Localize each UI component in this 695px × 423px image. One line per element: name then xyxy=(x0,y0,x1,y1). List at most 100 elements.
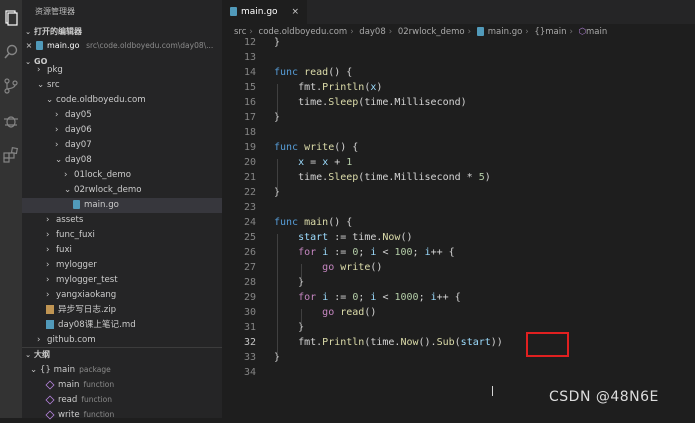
tree-item-label: day06 xyxy=(65,125,92,135)
tree-item-label: src xyxy=(47,80,60,90)
tree-item[interactable]: 异步写日志.zip xyxy=(22,303,222,318)
code-text: } xyxy=(274,322,305,333)
code-editor[interactable]: 12} 13 14 func read() {15 fmt.Println(x) 16 … xyxy=(222,37,695,418)
outline-item[interactable]: main function xyxy=(22,377,222,392)
tree-item[interactable]: ⌄ day08 xyxy=(22,153,222,168)
tree-item-label: day08课上笔记.md xyxy=(58,320,136,330)
code-line[interactable]: 22} xyxy=(222,185,695,200)
tab-main-go[interactable]: main.go × xyxy=(222,0,307,24)
tree-item[interactable]: main.go xyxy=(22,198,222,213)
tree-item-label: day05 xyxy=(65,110,92,120)
code-line[interactable]: 28 } xyxy=(222,275,695,290)
code-line[interactable]: 15 fmt.Println(x) xyxy=(222,80,695,95)
search-icon[interactable] xyxy=(3,44,19,60)
code-text: func write() { xyxy=(274,142,359,153)
code-line[interactable]: 27 go write() xyxy=(222,260,695,275)
chevron-right-icon: › xyxy=(64,170,68,180)
code-line[interactable]: 21 time.Sleep(time.Millisecond * 5) xyxy=(222,170,695,185)
indent-guide xyxy=(277,84,278,114)
code-line[interactable]: 31 } xyxy=(222,320,695,335)
chevron-right-icon: › xyxy=(55,140,59,150)
tree-item[interactable]: › day05 xyxy=(22,108,222,123)
tree-item[interactable]: ⌄ code.oldboyedu.com xyxy=(22,93,222,108)
outline-item[interactable]: write function xyxy=(22,407,222,422)
code-line[interactable]: 20 x = x + 1 xyxy=(222,155,695,170)
tree-item[interactable]: › yangxiaokang xyxy=(22,288,222,303)
tree-item[interactable]: › day06 xyxy=(22,123,222,138)
extensions-icon[interactable] xyxy=(3,146,19,163)
code-line[interactable]: 33} xyxy=(222,350,695,365)
explorer-icon[interactable] xyxy=(3,10,19,26)
tree-item[interactable]: › fuxi xyxy=(22,243,222,258)
line-number: 17 xyxy=(243,112,256,123)
line-number: 32 xyxy=(243,337,256,348)
code-line[interactable]: 12} xyxy=(222,35,695,50)
chevron-right-icon: › xyxy=(46,275,50,285)
code-text: time.Sleep(time.Millisecond * 5) xyxy=(274,172,491,183)
code-line[interactable]: 26 for i := 0; i < 100; i++ { xyxy=(222,245,695,260)
line-number: 19 xyxy=(243,142,256,153)
code-line[interactable]: 29 for i := 0; i < 1000; i++ { xyxy=(222,290,695,305)
tree-item[interactable]: › 01lock_demo xyxy=(22,168,222,183)
outline-header[interactable]: ⌄ 大纲 xyxy=(22,347,222,362)
code-text: func read() { xyxy=(274,67,353,78)
tree-item[interactable]: day08课上笔记.md xyxy=(22,318,222,333)
open-editors-header[interactable]: ⌄ 打开的编辑器 xyxy=(22,25,222,39)
sidebar-title: 资源管理器 xyxy=(35,7,75,16)
tree-item[interactable]: › mylogger xyxy=(22,258,222,273)
close-icon[interactable]: × xyxy=(291,0,299,24)
code-line[interactable]: 19 func write() { xyxy=(222,140,695,155)
chevron-down-icon: ⌄ xyxy=(55,155,63,165)
code-line[interactable]: 32 fmt.Println(time.Now().Sub(start)) xyxy=(222,335,695,350)
outline-item[interactable]: ⌄ {} main package xyxy=(22,362,222,377)
code-line[interactable]: 25 start := time.Now() xyxy=(222,230,695,245)
go-file-icon xyxy=(73,200,80,209)
tree-item[interactable]: › github.com xyxy=(22,333,222,348)
code-line[interactable]: 14 func read() { xyxy=(222,65,695,80)
code-line[interactable]: 18 xyxy=(222,125,695,140)
go-file-icon xyxy=(230,7,237,16)
go-file-icon xyxy=(36,41,43,50)
chevron-right-icon: › xyxy=(37,335,41,345)
line-number: 18 xyxy=(243,127,256,138)
outline-item[interactable]: read function xyxy=(22,392,222,407)
tree-item-label: 02rwlock_demo xyxy=(74,185,142,195)
source-control-icon[interactable] xyxy=(3,78,19,94)
close-icon[interactable]: × xyxy=(22,39,36,53)
code-line[interactable]: 24 func main() { xyxy=(222,215,695,230)
line-number: 23 xyxy=(243,202,256,213)
code-line[interactable]: 34 xyxy=(222,365,695,380)
tree-item[interactable]: › day07 xyxy=(22,138,222,153)
debug-icon[interactable] xyxy=(3,113,19,129)
line-number: 34 xyxy=(243,367,256,378)
chevron-down-icon: ⌄ xyxy=(25,351,31,359)
code-text: fmt.Println(x) xyxy=(274,82,383,93)
code-line[interactable]: 13 xyxy=(222,50,695,65)
line-number: 33 xyxy=(243,352,256,363)
code-text: go write() xyxy=(322,262,383,273)
line-number: 31 xyxy=(243,322,256,333)
zip-file-icon xyxy=(46,305,54,314)
indent-guide xyxy=(277,234,278,354)
tree-item[interactable]: › assets xyxy=(22,213,222,228)
code-line[interactable]: 23 xyxy=(222,200,695,215)
chevron-right-icon: › xyxy=(55,125,59,135)
code-line[interactable]: 17} xyxy=(222,110,695,125)
outline-item-kind: function xyxy=(83,380,115,389)
explorer-sidebar: 资源管理器 ⌄ 打开的编辑器 × main.go src\code.oldboyed… xyxy=(22,0,222,420)
open-editor-item[interactable]: × main.go src\code.oldboyedu.com\day08\..… xyxy=(22,39,222,53)
code-line[interactable]: 16 time.Sleep(time.Millisecond) xyxy=(222,95,695,110)
tree-item-label: 01lock_demo xyxy=(74,170,131,180)
chevron-down-icon: ⌄ xyxy=(37,80,45,90)
tree-item[interactable]: › func_fuxi xyxy=(22,228,222,243)
outline-item-label: main xyxy=(53,365,76,375)
tree-item[interactable]: › pkg xyxy=(22,63,222,78)
code-text: time.Sleep(time.Millisecond) xyxy=(274,97,467,108)
tree-item[interactable]: ⌄ src xyxy=(22,78,222,93)
line-number: 22 xyxy=(243,187,256,198)
tree-item[interactable]: ⌄ 02rwlock_demo xyxy=(22,183,222,198)
tree-item-label: 异步写日志.zip xyxy=(58,305,117,315)
code-line[interactable]: 30 go read() xyxy=(222,305,695,320)
chevron-right-icon: › xyxy=(37,65,41,75)
tree-item[interactable]: › mylogger_test xyxy=(22,273,222,288)
